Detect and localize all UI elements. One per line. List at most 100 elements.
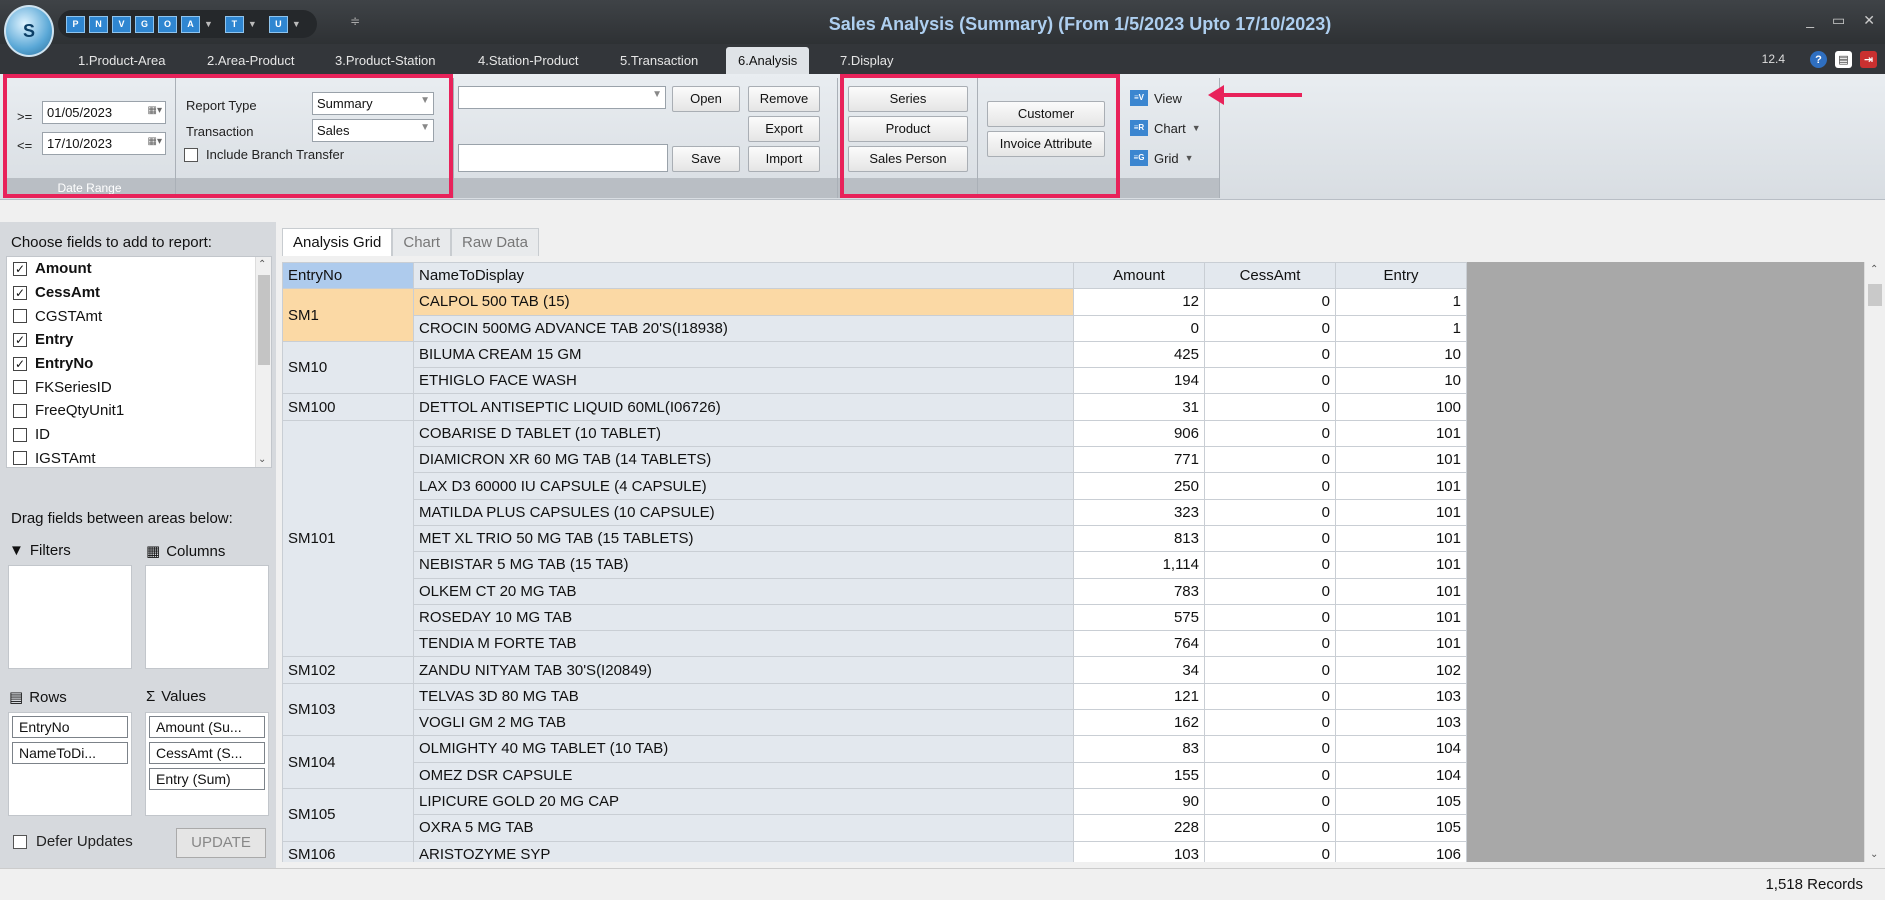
rows-drop-area[interactable]: EntryNo NameToDi... [8,712,132,816]
scroll-up-icon[interactable]: ⌃ [1870,264,1878,275]
table-row[interactable]: SM10 BILUMA CREAM 15 GM 425 0 10 [282,340,1467,395]
cell-amount[interactable]: 813 [1073,524,1205,553]
cell-cessamt[interactable]: 0 [1204,419,1336,448]
field-item-amount[interactable]: ✓ Amount [7,257,271,281]
table-row[interactable]: ETHIGLO FACE WASH 194 0 10 [283,367,1467,395]
row-header-entryno[interactable]: SM106 [282,840,414,862]
cell-cessamt[interactable]: 0 [1204,709,1336,737]
row-header-entryno[interactable]: SM105 [282,787,414,842]
cell-cessamt[interactable]: 0 [1204,340,1336,369]
header-nametodisplay[interactable]: NameToDisplay [413,262,1074,290]
tab-analysis-grid[interactable]: Analysis Grid [282,228,393,256]
table-row[interactable]: DIAMICRON XR 60 MG TAB (14 TABLETS) 771 0 1… [283,446,1467,474]
cell-entry[interactable]: 102 [1335,656,1467,684]
header-entryno[interactable]: EntryNo [282,262,414,290]
grid-button[interactable]: ≡G Grid ▼ [1130,150,1193,166]
values-chip-amount[interactable]: Amount (Su... [149,716,265,738]
table-row[interactable]: OXRA 5 MG TAB 228 0 105 [283,814,1467,842]
report-type-select[interactable]: Summary ▼ [312,92,434,115]
table-row[interactable]: LAX D3 60000 IU CAPSULE (4 CAPSULE) 250 0 1… [283,472,1467,500]
cell-amount[interactable]: 83 [1073,735,1205,763]
table-row[interactable]: MATILDA PLUS CAPSULES (10 CAPSULE) 323 0 10… [283,498,1467,526]
cell-cessamt[interactable]: 0 [1204,314,1336,342]
chevron-down-icon[interactable]: ▼ [292,19,301,29]
scroll-down-icon[interactable]: ⌄ [1870,849,1878,860]
table-row[interactable]: VOGLI GM 2 MG TAB 162 0 103 [283,709,1467,737]
tab-display[interactable]: 7.Display [828,47,905,74]
cell-name[interactable]: OXRA 5 MG TAB [413,814,1074,842]
field-item-freeqtyunit1[interactable]: FreeQtyUnit1 [7,399,271,423]
invoice-attribute-button[interactable]: Invoice Attribute [987,131,1105,157]
cell-cessamt[interactable]: 0 [1204,446,1336,474]
cell-amount[interactable]: 194 [1073,367,1205,395]
field-checkbox[interactable] [13,309,27,324]
field-checkbox[interactable]: ✓ [13,356,27,371]
cell-name[interactable]: BILUMA CREAM 15 GM [413,340,1074,369]
cell-amount[interactable]: 103 [1073,840,1205,862]
values-drop-area[interactable]: Amount (Su... CessAmt (S... Entry (Sum) [145,712,269,816]
quick-access-v-button[interactable]: V [112,15,131,33]
cell-cessamt[interactable]: 0 [1204,656,1336,684]
quick-access-u-button[interactable]: U [268,15,288,33]
scroll-down-icon[interactable]: ⌄ [258,454,266,465]
chevron-down-icon[interactable]: ▼ [248,19,257,29]
cell-entry[interactable]: 104 [1335,735,1467,763]
cell-entry[interactable]: 1 [1335,314,1467,342]
cell-name[interactable]: OLKEM CT 20 MG TAB [413,577,1074,605]
scroll-thumb[interactable] [258,275,270,365]
cell-name[interactable]: OLMIGHTY 40 MG TABLET (10 TAB) [413,735,1074,763]
cell-cessamt[interactable]: 0 [1204,603,1336,632]
cell-amount[interactable]: 228 [1073,814,1205,842]
tab-chart[interactable]: Chart [392,228,452,256]
tab-product-area[interactable]: 1.Product-Area [66,47,177,74]
cell-amount[interactable]: 31 [1073,393,1205,421]
cell-entry[interactable]: 101 [1335,577,1467,605]
field-checkbox[interactable]: ✓ [13,261,27,276]
branch-transfer-checkbox[interactable] [184,148,198,162]
columns-drop-area[interactable] [145,565,269,669]
header-entry[interactable]: Entry [1335,262,1467,290]
table-row[interactable]: OLKEM CT 20 MG TAB 783 0 101 [283,577,1467,605]
field-list-scrollbar[interactable]: ⌃ ⌄ [255,257,271,467]
cell-cessamt[interactable]: 0 [1204,735,1336,763]
maximize-icon[interactable]: ▭ [1832,12,1845,29]
grid-scrollbar[interactable]: ⌃ ⌄ [1864,262,1884,862]
cell-entry[interactable]: 105 [1335,787,1467,816]
cell-cessamt[interactable]: 0 [1204,367,1336,395]
chart-button[interactable]: ≡R Chart ▼ [1130,120,1201,136]
defer-updates-checkbox[interactable] [13,835,27,849]
sales-person-button[interactable]: Sales Person [848,146,968,172]
tab-raw-data[interactable]: Raw Data [451,228,539,256]
cell-name[interactable]: CROCIN 500MG ADVANCE TAB 20'S(I18938) [413,314,1074,342]
cell-cessamt[interactable]: 0 [1204,472,1336,500]
exit-icon[interactable]: ⇥ [1860,51,1877,68]
remove-button[interactable]: Remove [748,86,820,112]
row-header-entryno[interactable]: SM10 [282,340,414,395]
field-checkbox[interactable] [13,380,27,395]
quick-access-o-button[interactable]: O [158,15,177,33]
cell-amount[interactable]: 162 [1073,709,1205,737]
cell-name[interactable]: VOGLI GM 2 MG TAB [413,709,1074,737]
tab-transaction[interactable]: 5.Transaction [608,47,710,74]
close-icon[interactable]: ✕ [1863,12,1875,29]
cell-amount[interactable]: 0 [1073,314,1205,342]
table-row[interactable]: SM102 ZANDU NITYAM TAB 30'S(I20849) 34 0 102 [282,656,1467,684]
cell-entry[interactable]: 101 [1335,630,1467,658]
cell-amount[interactable]: 34 [1073,656,1205,684]
table-row[interactable]: SM105 LIPICURE GOLD 20 MG CAP 90 0 105 [282,787,1467,842]
cell-name[interactable]: ARISTOZYME SYP [413,840,1074,862]
field-item-entry[interactable]: ✓ Entry [7,328,271,352]
cell-name[interactable]: MATILDA PLUS CAPSULES (10 CAPSULE) [413,498,1074,526]
view-button[interactable]: ≡V View [1130,90,1182,106]
cell-entry[interactable]: 1 [1335,288,1467,316]
field-item-id[interactable]: ID [7,423,271,447]
cell-name[interactable]: ETHIGLO FACE WASH [413,367,1074,395]
cell-cessamt[interactable]: 0 [1204,682,1336,711]
cell-amount[interactable]: 906 [1073,419,1205,448]
tab-analysis[interactable]: 6.Analysis [726,47,810,74]
row-header-entryno[interactable]: SM100 [282,393,414,421]
cell-amount[interactable]: 121 [1073,682,1205,711]
calendar-icon[interactable]: ▦▾ [148,105,162,116]
product-button[interactable]: Product [848,116,968,142]
header-amount[interactable]: Amount [1073,262,1205,290]
